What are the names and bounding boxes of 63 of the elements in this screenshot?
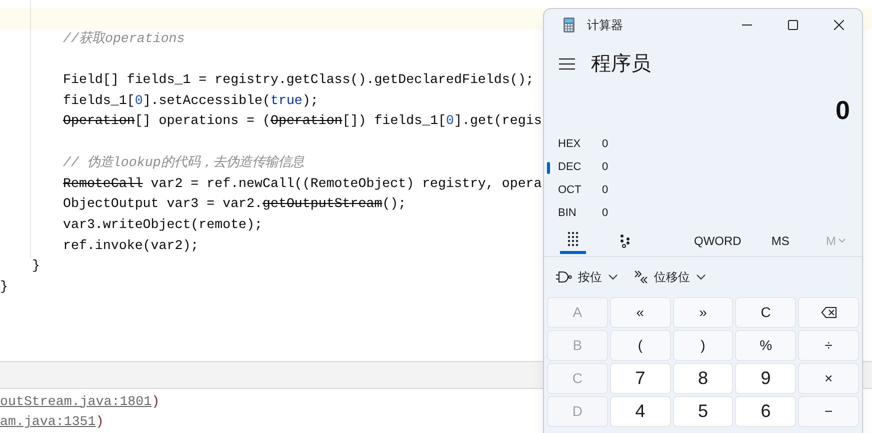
backspace-icon [820, 307, 837, 318]
logic-gate-icon [556, 271, 572, 283]
calculator-key[interactable]: 4 [610, 396, 671, 427]
chevron-down-icon [696, 274, 706, 280]
code-line: Field[] fields_1 = registry.getClass().getDeclaredFields(); [63, 72, 534, 88]
code-line: } [32, 258, 40, 274]
radix-row[interactable]: DEC 0 [544, 156, 862, 179]
radix-label: DEC [558, 160, 582, 176]
code-line: } [0, 278, 8, 294]
console-text: ) [152, 392, 160, 411]
dots-icon [619, 234, 631, 248]
chevron-down-icon [838, 238, 846, 243]
mode-title: 程序员 [591, 52, 651, 77]
radix-value: 0 [602, 160, 608, 176]
calculator-key[interactable]: ( [610, 330, 671, 361]
code-line: Operation[] operations = (Operation[]) fields_1[0].get(regis [63, 113, 542, 128]
calculator-key[interactable]: 8 [672, 363, 734, 394]
code-comment: //获取operations [63, 30, 185, 46]
code-line: fields_1[0].setAccessible(true); [63, 92, 318, 108]
display-value: 0 [836, 94, 850, 126]
calculator-icon [563, 17, 575, 33]
radix-label: BIN [558, 206, 578, 222]
radix-label: HEX [558, 137, 582, 152]
radix-label: OCT [558, 183, 582, 198]
calculator-key[interactable]: 6 [735, 396, 796, 427]
calculator-key[interactable]: × [798, 363, 859, 394]
shift-arrows-icon [634, 270, 648, 284]
menu-button[interactable] [559, 57, 577, 71]
code-comment: // 伪造lookup的代码，去伪造传输信息 [63, 154, 304, 170]
radix-row[interactable]: OCT 0 [544, 179, 862, 202]
keypad-icon [566, 231, 580, 247]
radix-value: 0 [602, 183, 608, 198]
console-text: ) [96, 413, 104, 432]
calculator-key[interactable]: » [672, 297, 734, 328]
radix-value: 0 [602, 137, 608, 152]
window-title: 计算器 [587, 17, 623, 34]
chevron-down-icon [608, 274, 618, 280]
toolbar-button[interactable]: MS [771, 232, 790, 250]
radix-value: 0 [602, 206, 608, 222]
code-line: ref.invoke(var2); [63, 238, 199, 253]
calculator-key[interactable]: − [798, 396, 859, 427]
shift-menu[interactable]: 位移位 [634, 268, 706, 286]
menu-icon [559, 58, 575, 70]
stack-trace-link[interactable]: am.java:1351 [0, 412, 96, 433]
code-line: var3.writeObject(remote); [63, 216, 262, 232]
toolbar-button[interactable]: QWORD [694, 232, 742, 250]
backspace-button[interactable] [798, 297, 859, 328]
calculator-key[interactable]: % [735, 330, 796, 361]
radix-row[interactable]: BIN 0 [544, 202, 862, 225]
bitwise-menu[interactable]: 按位 [556, 268, 618, 286]
maximize-icon [788, 20, 798, 30]
calculator-key[interactable]: 7 [610, 363, 671, 394]
code-line: RemoteCall var2 = ref.newCall((RemoteObject) registry, opera [63, 176, 542, 190]
calculator-key[interactable]: ) [672, 330, 734, 361]
radix-row[interactable]: HEX 0 [544, 133, 862, 156]
stack-trace-link[interactable]: outStream.java:1801 [0, 392, 152, 412]
calculator-key[interactable]: C [735, 297, 796, 328]
calculator-key[interactable]: 9 [735, 363, 796, 394]
close-icon [834, 20, 844, 30]
calculator-key[interactable]: « [610, 297, 671, 328]
code-line: ObjectOutput var3 = var2.getOutputStream(); [63, 196, 406, 212]
calculator-key[interactable]: 5 [672, 396, 734, 427]
calculator-key[interactable]: ÷ [798, 330, 859, 361]
